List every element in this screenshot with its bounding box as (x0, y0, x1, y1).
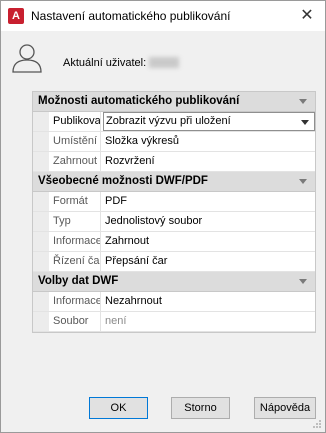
publish-dropdown[interactable]: Zobrazit výzvu při uložení (103, 112, 315, 131)
property-name: Umístění (53, 132, 101, 151)
property-row-info[interactable]: Informace Zahrnout (33, 232, 315, 252)
property-row-location[interactable]: Umístění Složka výkresů (33, 132, 315, 152)
resize-grip-icon[interactable] (312, 419, 322, 429)
property-value[interactable]: Nezahrnout (103, 292, 315, 311)
property-value[interactable]: Jednolistový soubor (103, 212, 315, 231)
title-bar: A Nastavení automatického publikování ✕ (1, 1, 325, 31)
property-value[interactable]: Rozvržení (103, 152, 315, 171)
property-row-line-control[interactable]: Řízení čar Přepsání čar (33, 252, 315, 272)
category-general-dwf-pdf-options[interactable]: Všeobecné možnosti DWF/PDF (33, 172, 315, 192)
user-avatar-icon (12, 44, 42, 73)
property-name: Publikovat (53, 112, 101, 131)
property-value[interactable]: Zahrnout (103, 232, 315, 251)
property-row-file: Soubor není (33, 312, 315, 332)
autocad-app-icon: A (8, 8, 24, 24)
property-row-format[interactable]: Formát PDF (33, 192, 315, 212)
property-name: Zahrnout (53, 152, 101, 171)
property-grid: Možnosti automatického publikování Publi… (32, 91, 316, 333)
cancel-button[interactable]: Storno (171, 397, 230, 419)
ok-button[interactable]: OK (89, 397, 148, 419)
current-user-label: Aktuální uživatel: (63, 57, 147, 69)
help-button[interactable]: Nápověda (254, 397, 316, 419)
category-label: Všeobecné možnosti DWF/PDF (38, 175, 208, 187)
category-auto-publish-options[interactable]: Možnosti automatického publikování (33, 92, 315, 112)
property-row-type[interactable]: Typ Jednolistový soubor (33, 212, 315, 232)
dialog-window: A Nastavení automatického publikování ✕ … (0, 0, 326, 433)
collapse-arrow-icon[interactable] (299, 179, 307, 184)
category-dwf-data-options[interactable]: Volby dat DWF (33, 272, 315, 292)
collapse-arrow-icon[interactable] (299, 279, 307, 284)
property-row-dwf-info[interactable]: Informace Nezahrnout (33, 292, 315, 312)
property-name: Formát (53, 192, 101, 211)
chevron-down-icon[interactable] (301, 120, 309, 125)
current-user-name-redacted (149, 57, 179, 68)
property-name: Řízení čar (53, 252, 101, 271)
window-title: Nastavení automatického publikování (31, 9, 231, 23)
property-name: Typ (53, 212, 101, 231)
property-row-include[interactable]: Zahrnout Rozvržení (33, 152, 315, 172)
property-name: Soubor (53, 312, 101, 331)
category-label: Volby dat DWF (38, 275, 119, 287)
property-value[interactable]: PDF (103, 192, 315, 211)
property-value: Zobrazit výzvu při uložení (106, 115, 231, 127)
property-row-publish[interactable]: Publikovat Zobrazit výzvu při uložení (33, 112, 315, 132)
property-value[interactable]: Složka výkresů (103, 132, 315, 151)
collapse-arrow-icon[interactable] (299, 99, 307, 104)
property-name: Informace (53, 292, 101, 311)
property-name: Informace (53, 232, 101, 251)
close-button[interactable]: ✕ (295, 5, 319, 27)
category-label: Možnosti automatického publikování (38, 95, 240, 107)
property-value[interactable]: Přepsání čar (103, 252, 315, 271)
property-value: není (105, 315, 127, 327)
